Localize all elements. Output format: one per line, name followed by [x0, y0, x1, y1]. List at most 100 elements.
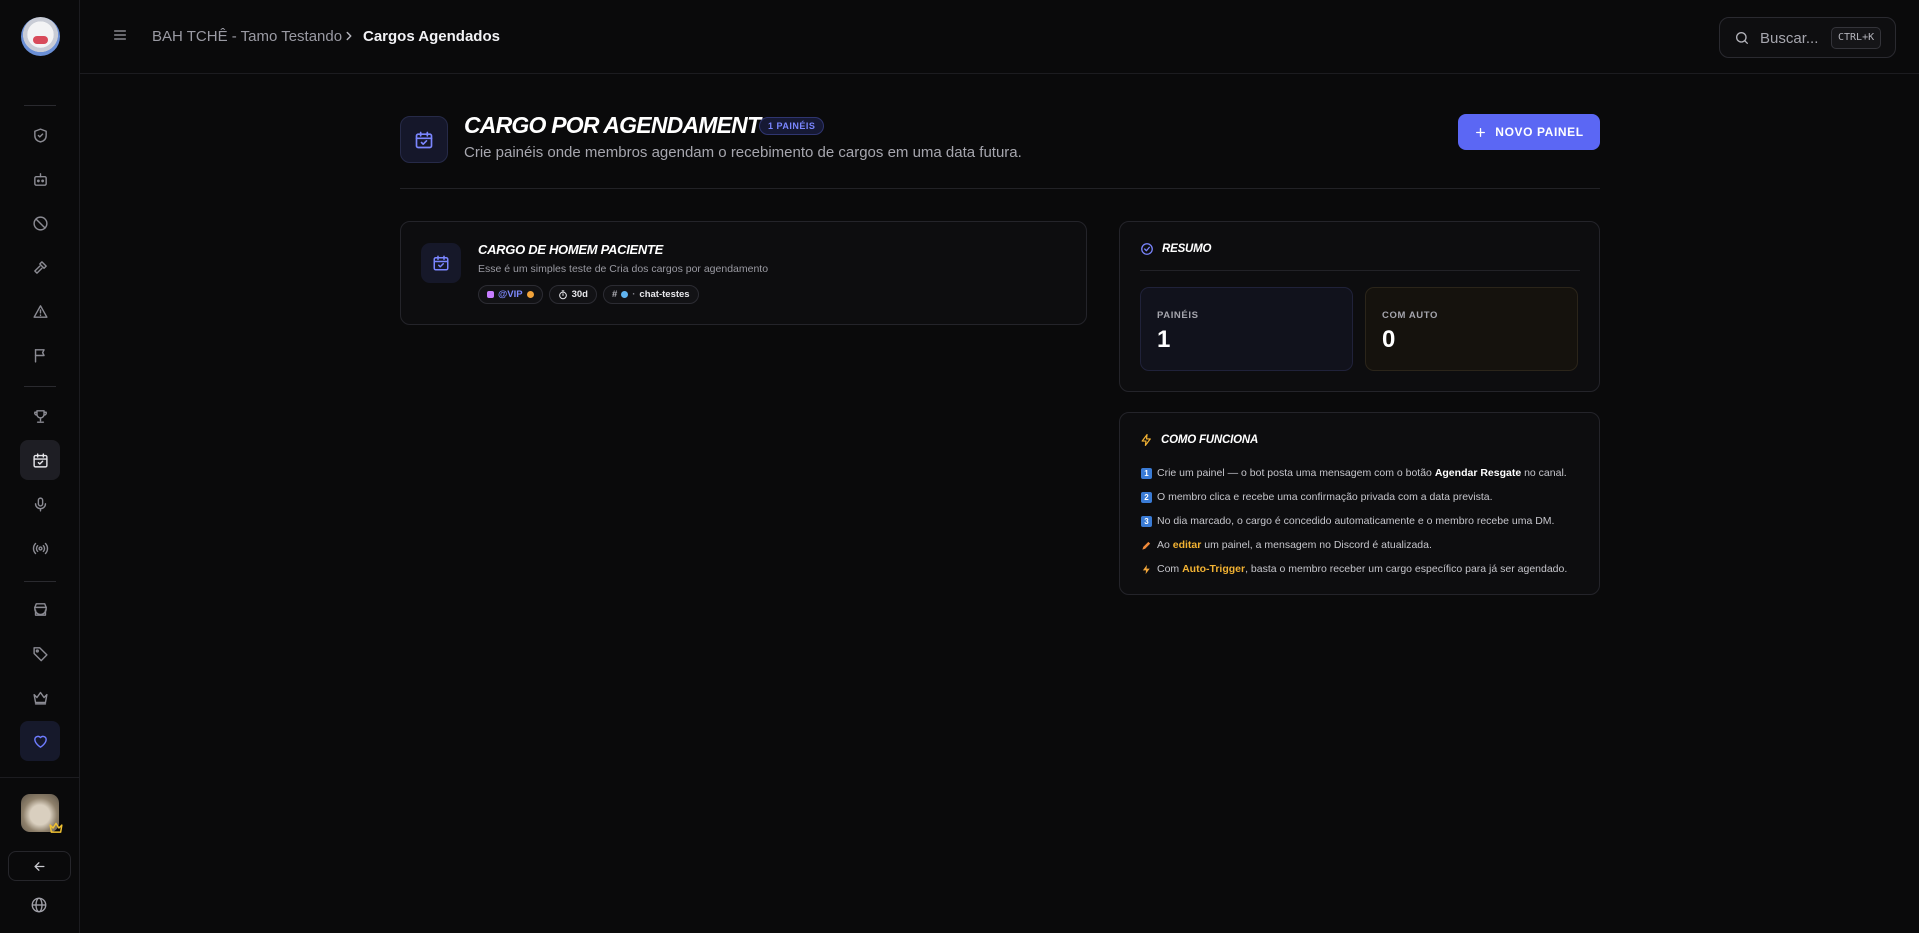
- sidebar-divider: [0, 777, 80, 778]
- step-highlight: editar: [1172, 539, 1202, 551]
- sidebar-item-tags[interactable]: [20, 633, 60, 673]
- stat-value: 0: [1382, 326, 1396, 353]
- list-item: 2 O membro clica e recebe uma confirmaçã…: [1141, 485, 1591, 509]
- page-icon: [400, 116, 448, 163]
- search-button[interactable]: Buscar... CTRL+K: [1719, 17, 1896, 58]
- header-divider: [400, 188, 1600, 189]
- panel-chips: @VIP 30d # · chat-testes: [478, 285, 699, 304]
- breadcrumb-server[interactable]: BAH TCHÊ - Tamo Testando: [152, 28, 342, 45]
- panel-description: Esse é um simples teste de Cria dos carg…: [478, 263, 769, 275]
- page-subtitle: Crie painéis onde membros agendam o rece…: [464, 144, 1022, 161]
- crown-icon: [49, 822, 63, 833]
- check-circle-icon: [1141, 243, 1153, 255]
- keycap-1-icon: 1: [1141, 467, 1152, 479]
- sidebar-item-warnings[interactable]: [20, 291, 60, 331]
- plus-icon: [1476, 127, 1486, 137]
- calendar-check-icon: [415, 131, 433, 148]
- sidebar-item-bot[interactable]: [20, 159, 60, 199]
- step-highlight: Auto-Trigger: [1182, 563, 1246, 575]
- duration-chip: 30d: [548, 285, 597, 304]
- summary-divider: [1140, 270, 1580, 271]
- stat-panels: PAINÉIS 1: [1140, 287, 1353, 371]
- sidebar-item-voice[interactable]: [20, 484, 60, 524]
- shield-check-icon: [33, 127, 47, 143]
- sidebar-item-scheduled-roles[interactable]: [20, 440, 60, 480]
- arrow-left-icon: [34, 861, 45, 871]
- keycap-3-icon: 3: [1141, 515, 1152, 527]
- radio-waves-icon: [32, 542, 48, 554]
- globe-emoji-icon: [621, 291, 629, 298]
- keycap-2-icon: 2: [1141, 491, 1152, 503]
- calendar-check-icon: [32, 452, 48, 468]
- menu-button[interactable]: [112, 27, 128, 43]
- sidebar-item-broadcast[interactable]: [20, 528, 60, 568]
- role-emoji-icon: [487, 291, 494, 298]
- summary-title-label: RESUMO: [1162, 243, 1212, 255]
- list-item: Ao editar um painel, a mensagem no Disco…: [1141, 533, 1591, 557]
- step-text: O membro clica e recebe uma confirmação …: [1157, 491, 1493, 503]
- list-item: 1 Crie um painel — o bot posta uma mensa…: [1141, 461, 1591, 485]
- step-text: , basta o membro receber um cargo especí…: [1245, 563, 1568, 575]
- back-button[interactable]: [8, 851, 71, 881]
- list-item: 3 No dia marcado, o cargo é concedido au…: [1141, 509, 1591, 533]
- timer-icon: [558, 289, 567, 299]
- calendar-check-icon: [433, 255, 449, 271]
- panel-card[interactable]: CARGO DE HOMEM PACIENTE Esse é um simple…: [400, 221, 1087, 325]
- tag-icon: [32, 646, 48, 661]
- ban-icon: [32, 215, 48, 231]
- page-title: CARGO POR AGENDAMENTO: [464, 112, 778, 138]
- how-it-works-title: COMO FUNCIONA: [1140, 433, 1258, 447]
- new-panel-label: NOVO PAINEL: [1495, 125, 1584, 139]
- panel-title: CARGO DE HOMEM PACIENTE: [478, 242, 663, 257]
- sidebar-item-ban[interactable]: [20, 203, 60, 243]
- new-panel-button[interactable]: NOVO PAINEL: [1458, 114, 1600, 150]
- step-text: um painel, a mensagem no Discord é atual…: [1201, 539, 1432, 551]
- sidebar: [0, 0, 80, 933]
- sidebar-item-reports[interactable]: [20, 335, 60, 375]
- channel-separator: ·: [632, 289, 636, 300]
- menu-icon: [114, 30, 126, 40]
- pencil-icon: [1142, 541, 1151, 550]
- stat-label: COM AUTO: [1382, 310, 1438, 321]
- step-text: No dia marcado, o cargo é concedido auto…: [1157, 515, 1555, 527]
- bot-logo[interactable]: [21, 17, 60, 56]
- sidebar-item-moderation[interactable]: [20, 247, 60, 287]
- panel-icon: [421, 243, 461, 283]
- stat-label: PAINÉIS: [1157, 310, 1199, 321]
- chevron-right-icon: [342, 29, 356, 43]
- how-it-works-card: COMO FUNCIONA 1 Crie um painel — o bot p…: [1119, 412, 1600, 595]
- stat-auto: COM AUTO 0: [1365, 287, 1578, 371]
- sidebar-divider: [24, 105, 56, 106]
- step-text: Com: [1157, 563, 1183, 575]
- language-button[interactable]: [30, 896, 48, 914]
- flag-icon: [34, 348, 45, 363]
- heart-icon: [33, 735, 47, 748]
- lightning-icon: [1141, 433, 1151, 447]
- store-icon: [33, 602, 47, 616]
- sidebar-item-store[interactable]: [20, 589, 60, 629]
- crown-icon: [32, 691, 48, 705]
- medal-icon: [526, 291, 534, 298]
- how-it-works-title-label: COMO FUNCIONA: [1161, 434, 1259, 446]
- bot-icon: [33, 172, 47, 186]
- summary-card: RESUMO PAINÉIS 1 COM AUTO 0: [1119, 221, 1600, 392]
- trophy-icon: [33, 409, 47, 423]
- lightning-icon: [1142, 564, 1150, 574]
- stat-value: 1: [1157, 326, 1171, 353]
- duration-chip-label: 30d: [571, 289, 588, 300]
- globe-icon: [31, 897, 47, 913]
- sidebar-item-favorites[interactable]: [20, 721, 60, 761]
- step-text: Crie um painel — o bot posta uma mensage…: [1157, 467, 1435, 479]
- sidebar-item-ranking[interactable]: [20, 396, 60, 436]
- step-highlight: Agendar Resgate: [1434, 467, 1522, 479]
- sidebar-item-security[interactable]: [20, 115, 60, 155]
- role-chip-label: @VIP: [498, 289, 523, 300]
- sidebar-divider: [24, 386, 56, 387]
- step-text: no canal.: [1521, 467, 1567, 479]
- search-placeholder: Buscar...: [1760, 30, 1819, 47]
- panel-count-badge: 1 PAINÉIS: [759, 117, 825, 135]
- alert-triangle-icon: [32, 304, 48, 318]
- summary-title: RESUMO: [1140, 242, 1211, 256]
- list-item: Com Auto-Trigger, basta o membro receber…: [1141, 557, 1591, 581]
- sidebar-item-premium[interactable]: [20, 677, 60, 717]
